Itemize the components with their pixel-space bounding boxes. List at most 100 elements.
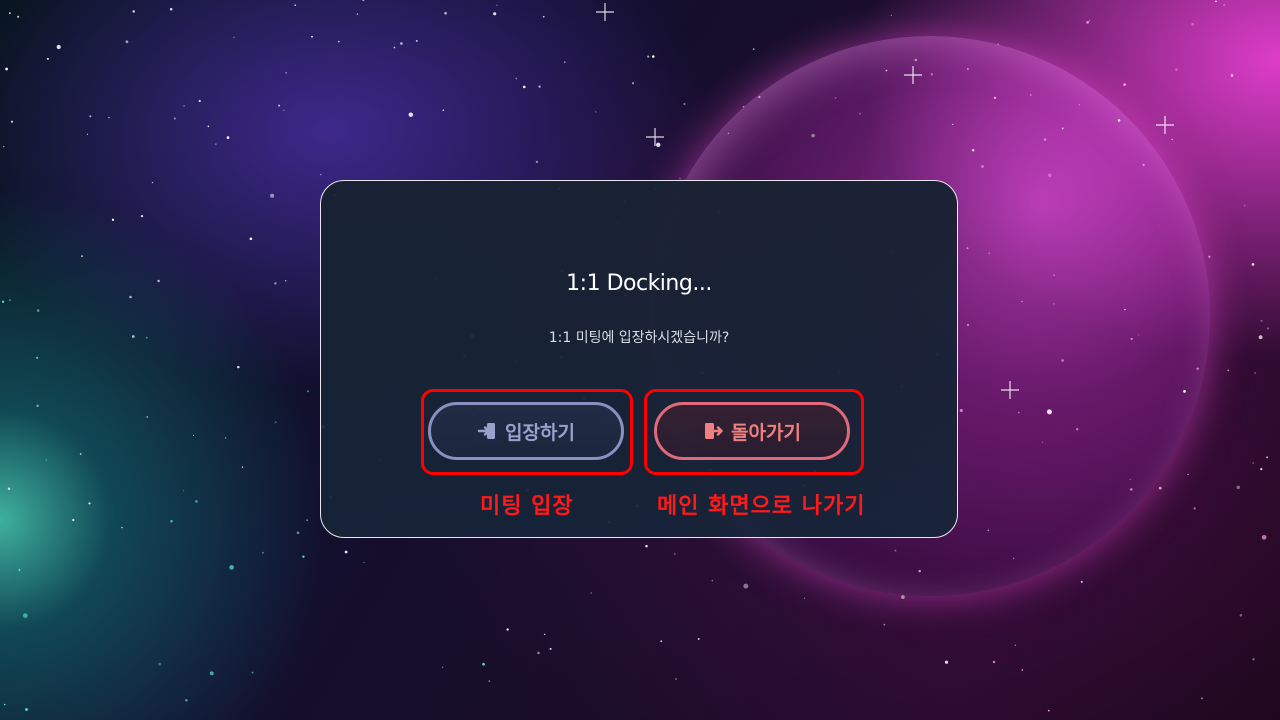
star: [207, 125, 210, 128]
star: [743, 583, 749, 589]
star: [306, 390, 310, 393]
star: [296, 531, 300, 535]
star: [356, 13, 359, 15]
star: [229, 565, 234, 570]
star: [1175, 68, 1178, 71]
star: [563, 61, 566, 63]
star: [306, 519, 309, 522]
dialog-title: 1:1 Docking...: [566, 271, 712, 296]
star: [9, 12, 11, 14]
star: [1158, 486, 1162, 490]
star: [1260, 467, 1263, 471]
star: [1258, 335, 1263, 340]
star: [195, 500, 198, 503]
star: [285, 280, 287, 282]
star: [758, 96, 761, 99]
star: [1261, 534, 1267, 540]
star: [182, 490, 185, 492]
star: [1047, 709, 1050, 712]
star: [363, 561, 365, 564]
star: [711, 579, 714, 582]
star: [1123, 83, 1126, 86]
star: [1193, 507, 1196, 510]
star: [400, 42, 403, 45]
star: [1191, 22, 1194, 26]
star: [952, 123, 954, 126]
star: [1183, 390, 1186, 393]
star: [1243, 204, 1246, 207]
star: [675, 678, 677, 680]
star: [81, 255, 83, 257]
star: [169, 7, 173, 11]
star: [967, 324, 969, 326]
star: [198, 99, 201, 103]
star: [1017, 411, 1020, 414]
star: [393, 46, 396, 49]
star: [493, 12, 497, 16]
star: [241, 466, 244, 468]
star: [1223, 3, 1226, 7]
star: [274, 282, 277, 285]
star: [647, 55, 650, 58]
star: [914, 58, 918, 62]
dialog-message: 1:1 미팅에 입장하시겠습니까?: [548, 330, 730, 346]
star: [645, 544, 648, 548]
star: [883, 623, 886, 626]
star: [727, 132, 730, 135]
star: [538, 85, 541, 88]
star: [173, 117, 176, 120]
star: [170, 519, 173, 523]
star: [1142, 163, 1145, 167]
star: [522, 85, 526, 89]
star: [1260, 319, 1263, 322]
star: [157, 279, 160, 283]
star: [901, 595, 905, 599]
star: [226, 136, 230, 139]
star: [885, 69, 888, 72]
star: [56, 44, 61, 50]
star: [72, 518, 75, 522]
star: [270, 193, 275, 198]
star: [834, 96, 837, 99]
star: [742, 105, 745, 108]
star: [415, 39, 418, 42]
star: [655, 142, 661, 148]
star: [444, 11, 447, 15]
star: [192, 434, 195, 437]
star: [992, 660, 996, 664]
star: [88, 502, 91, 505]
star: [132, 10, 135, 13]
star: [1201, 697, 1204, 700]
star: [803, 597, 806, 599]
sparkle-star: [904, 66, 922, 84]
star: [4, 703, 6, 706]
star: [967, 68, 969, 70]
star: [1124, 308, 1126, 311]
star: [7, 487, 11, 490]
star: [111, 218, 115, 221]
star: [18, 569, 21, 571]
star: [36, 404, 39, 408]
star: [1053, 303, 1055, 305]
star: [249, 237, 253, 241]
star: [590, 592, 592, 594]
star: [652, 55, 655, 58]
star: [283, 109, 285, 111]
star: [1129, 488, 1133, 491]
star: [1171, 138, 1173, 141]
star: [1021, 669, 1024, 671]
star: [894, 549, 897, 552]
star: [1251, 263, 1255, 266]
star: [278, 104, 281, 107]
star: [22, 613, 28, 618]
star: [1252, 462, 1255, 464]
star: [311, 35, 313, 38]
star: [1266, 327, 1269, 330]
enter-annotation: 미팅 입장: [480, 494, 574, 519]
star: [515, 77, 518, 80]
star: [337, 40, 340, 43]
star: [1061, 127, 1064, 130]
star: [1208, 255, 1211, 258]
star: [233, 36, 235, 39]
star: [930, 73, 934, 76]
